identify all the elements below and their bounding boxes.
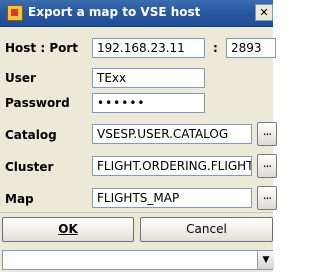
password-label: Password [5,96,70,110]
host-port-label: Host : Port [5,41,79,55]
host-input[interactable]: 192.168.23.11 [92,38,205,58]
catalog-browse-button[interactable]: ... [257,122,277,146]
map-label: Map [5,192,34,206]
cluster-input[interactable]: FLIGHT.ORDERING.FLIGHT [92,156,252,176]
status-bar: ▼ [0,248,274,272]
ok-button-label: OK [58,222,78,236]
user-label: User [5,71,36,85]
cluster-browse-button[interactable]: ... [257,154,277,178]
cancel-button[interactable]: Cancel [140,217,273,242]
chevron-down-icon[interactable]: ▼ [257,251,274,269]
port-input[interactable]: 2893 [226,38,276,58]
java-app-icon [7,5,23,21]
window-title: Export a map to VSE host [28,5,201,19]
map-input-value: FLIGHTS_MAP [97,191,180,205]
cluster-label: Cluster [5,160,54,174]
map-input[interactable]: FLIGHTS_MAP [92,188,252,208]
catalog-input[interactable]: VSESP.USER.CATALOG [92,124,252,144]
password-input[interactable]: •••••• [92,93,205,113]
ok-button[interactable]: OK [2,217,134,242]
user-input[interactable]: TExx [92,68,205,88]
cancel-button-label: Cancel [186,222,227,236]
catalog-label: Catalog [5,128,57,142]
divider [0,212,273,213]
close-button[interactable]: ✕ [255,4,273,21]
title-bar[interactable]: Export a map to VSE host ✕ [0,0,273,27]
map-browse-button[interactable]: ... [257,186,277,210]
close-icon: ✕ [259,6,269,19]
export-dialog: Export a map to VSE host ✕ Host : Port 1… [0,0,277,272]
status-dropdown[interactable]: ▼ [2,250,274,270]
port-separator: : [213,41,218,55]
